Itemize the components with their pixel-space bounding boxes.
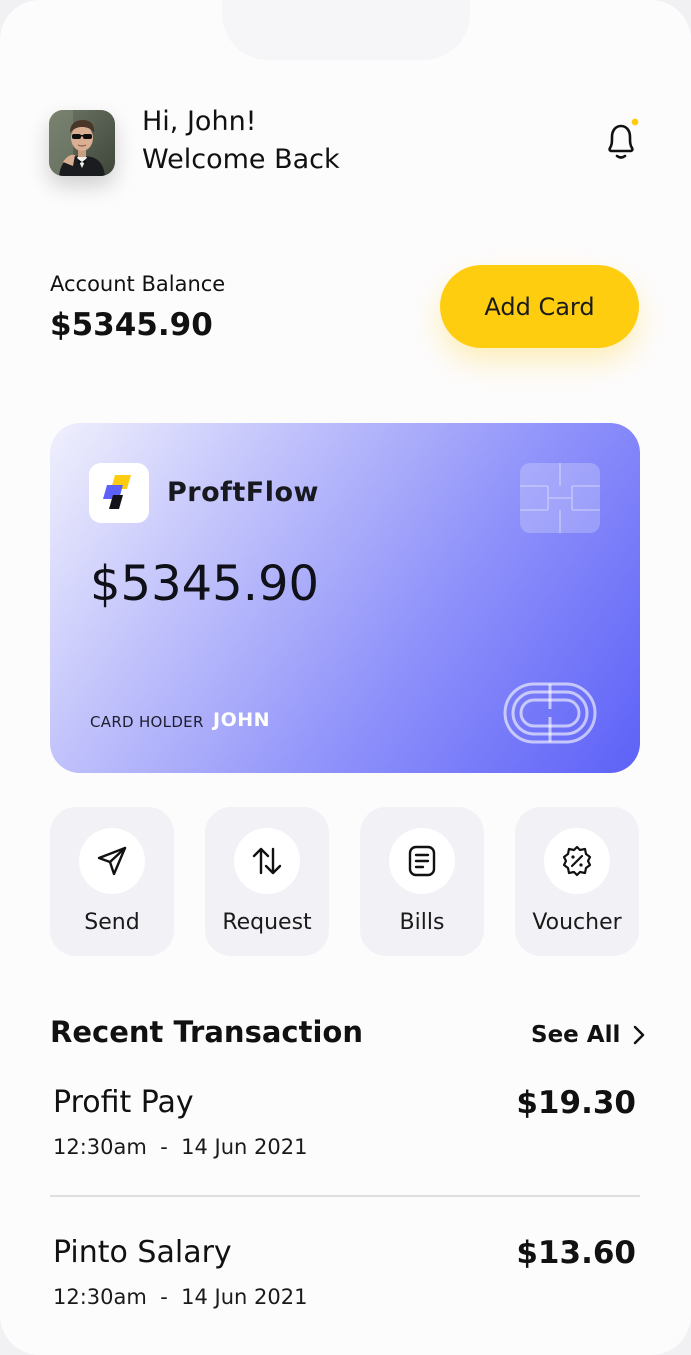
balance-label: Account Balance bbox=[50, 272, 226, 296]
request-icon-circle bbox=[234, 828, 300, 894]
voucher-icon-circle bbox=[544, 828, 610, 894]
greeting-text: Hi, John! bbox=[142, 106, 257, 137]
transaction-amount: $13.60 bbox=[516, 1235, 636, 1271]
bills-action[interactable]: Bills bbox=[360, 807, 484, 956]
voucher-action[interactable]: Voucher bbox=[515, 807, 639, 956]
card-holder-label: CARD HOLDER bbox=[90, 713, 204, 731]
notification-dot bbox=[631, 118, 639, 126]
send-icon-circle bbox=[79, 828, 145, 894]
arrows-up-down-icon bbox=[252, 847, 282, 875]
avatar-photo bbox=[49, 110, 115, 176]
transaction-row[interactable]: Pinto Salary $13.60 12:30am - 14 Jun 202… bbox=[50, 1235, 640, 1355]
transaction-time: 12:30am - 14 Jun 2021 bbox=[53, 1285, 308, 1309]
chevron-right-icon bbox=[634, 1025, 645, 1044]
avatar[interactable] bbox=[49, 110, 115, 176]
recent-transaction-title: Recent Transaction bbox=[50, 1015, 363, 1049]
request-label: Request bbox=[222, 910, 312, 935]
proftflow-logo-icon bbox=[103, 475, 131, 509]
transaction-time: 12:30am - 14 Jun 2021 bbox=[53, 1135, 308, 1159]
bell-icon bbox=[608, 118, 639, 159]
notification-button[interactable] bbox=[601, 118, 643, 164]
balance-amount: $5345.90 bbox=[50, 307, 213, 343]
card-brand: ProftFlow bbox=[167, 477, 319, 508]
transaction-row[interactable]: Profit Pay $19.30 12:30am - 14 Jun 2021 bbox=[50, 1085, 640, 1225]
send-label: Send bbox=[84, 910, 140, 935]
bills-icon-circle bbox=[389, 828, 455, 894]
send-action[interactable]: Send bbox=[50, 807, 174, 956]
bank-card[interactable]: ProftFlow $5345.90 CARD HOLDER JOHN bbox=[50, 423, 640, 773]
card-chip-icon bbox=[520, 463, 600, 533]
divider bbox=[50, 1195, 640, 1197]
card-holder-name: JOHN bbox=[213, 709, 271, 731]
transaction-name: Pinto Salary bbox=[53, 1235, 232, 1270]
card-network-icon bbox=[503, 682, 597, 744]
bills-label: Bills bbox=[399, 910, 445, 935]
voucher-icon bbox=[562, 845, 592, 877]
device-notch bbox=[222, 0, 470, 60]
add-card-button[interactable]: Add Card bbox=[440, 265, 639, 348]
app-screen: Hi, John! Welcome Back Account Balance $… bbox=[0, 0, 691, 1355]
send-icon bbox=[97, 846, 127, 876]
transaction-amount: $19.30 bbox=[516, 1085, 636, 1121]
card-balance: $5345.90 bbox=[90, 556, 320, 612]
bill-icon bbox=[408, 845, 436, 877]
voucher-label: Voucher bbox=[532, 910, 622, 935]
request-action[interactable]: Request bbox=[205, 807, 329, 956]
see-all-link[interactable]: See All bbox=[531, 1021, 646, 1048]
see-all-label: See All bbox=[531, 1021, 621, 1048]
transaction-name: Profit Pay bbox=[53, 1085, 194, 1120]
brand-logo bbox=[89, 463, 149, 523]
welcome-text: Welcome Back bbox=[142, 144, 340, 175]
